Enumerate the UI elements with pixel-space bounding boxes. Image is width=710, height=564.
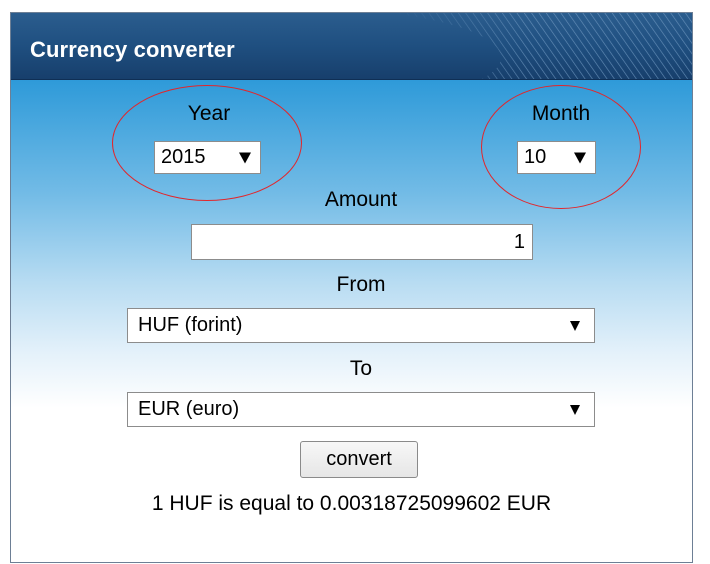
- from-currency-select[interactable]: HUF (forint): [127, 308, 595, 343]
- amount-input[interactable]: 1: [191, 224, 533, 260]
- widget-header: Currency converter: [11, 13, 692, 80]
- from-currency-value: HUF (forint): [138, 314, 243, 336]
- conversion-result: 1 HUF is equal to 0.00318725099602 EUR: [151, 492, 552, 515]
- currency-converter-widget: Currency converter Year 2015 Month 10 Am…: [10, 12, 693, 563]
- to-currency-value: EUR (euro): [138, 398, 240, 420]
- chevron-down-icon: [570, 320, 580, 331]
- amount-label: Amount: [324, 188, 398, 211]
- to-currency-select[interactable]: EUR (euro): [127, 392, 595, 427]
- chevron-down-icon: [570, 404, 580, 415]
- from-label: From: [336, 273, 386, 296]
- convert-button[interactable]: convert: [300, 441, 418, 478]
- month-annotation-circle: [481, 85, 641, 209]
- header-stripes-decoration: [392, 13, 692, 79]
- page-top-strip: [0, 0, 710, 12]
- to-label: To: [349, 357, 373, 380]
- widget-title: Currency converter: [30, 37, 235, 62]
- year-annotation-circle: [112, 85, 302, 201]
